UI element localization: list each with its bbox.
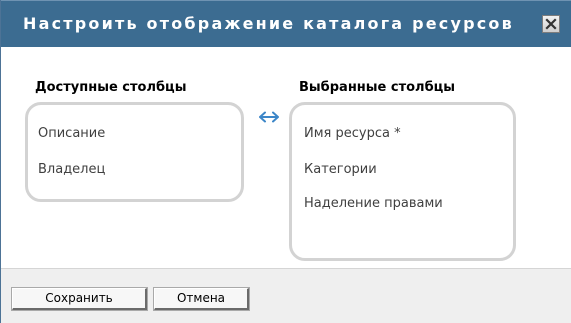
selected-columns-heading: Выбранные столбцы xyxy=(299,80,456,95)
dialog-titlebar: Настроить отображение каталога ресурсов xyxy=(1,0,571,47)
save-button[interactable]: Сохранить xyxy=(11,287,148,311)
selected-item-resource-name[interactable]: Имя ресурса * xyxy=(304,125,401,142)
available-columns-heading: Доступные столбцы xyxy=(35,80,187,95)
configure-catalog-dialog: Настроить отображение каталога ресурсов … xyxy=(0,0,571,323)
cancel-button[interactable]: Отмена xyxy=(153,287,250,311)
selected-item-categories[interactable]: Категории xyxy=(304,161,377,178)
available-columns-list[interactable]: Описание Владелец xyxy=(25,102,244,202)
double-arrow-icon[interactable] xyxy=(259,111,279,123)
close-icon xyxy=(545,18,557,30)
close-button[interactable] xyxy=(542,15,560,33)
available-item-description[interactable]: Описание xyxy=(38,125,105,142)
dialog-footer: Сохранить Отмена xyxy=(1,268,571,323)
dialog-title: Настроить отображение каталога ресурсов xyxy=(23,14,514,33)
selected-columns-list[interactable]: Имя ресурса * Категории Наделение правам… xyxy=(289,102,516,261)
available-item-owner[interactable]: Владелец xyxy=(38,161,105,178)
selected-item-entitlement[interactable]: Наделение правами xyxy=(304,195,454,212)
